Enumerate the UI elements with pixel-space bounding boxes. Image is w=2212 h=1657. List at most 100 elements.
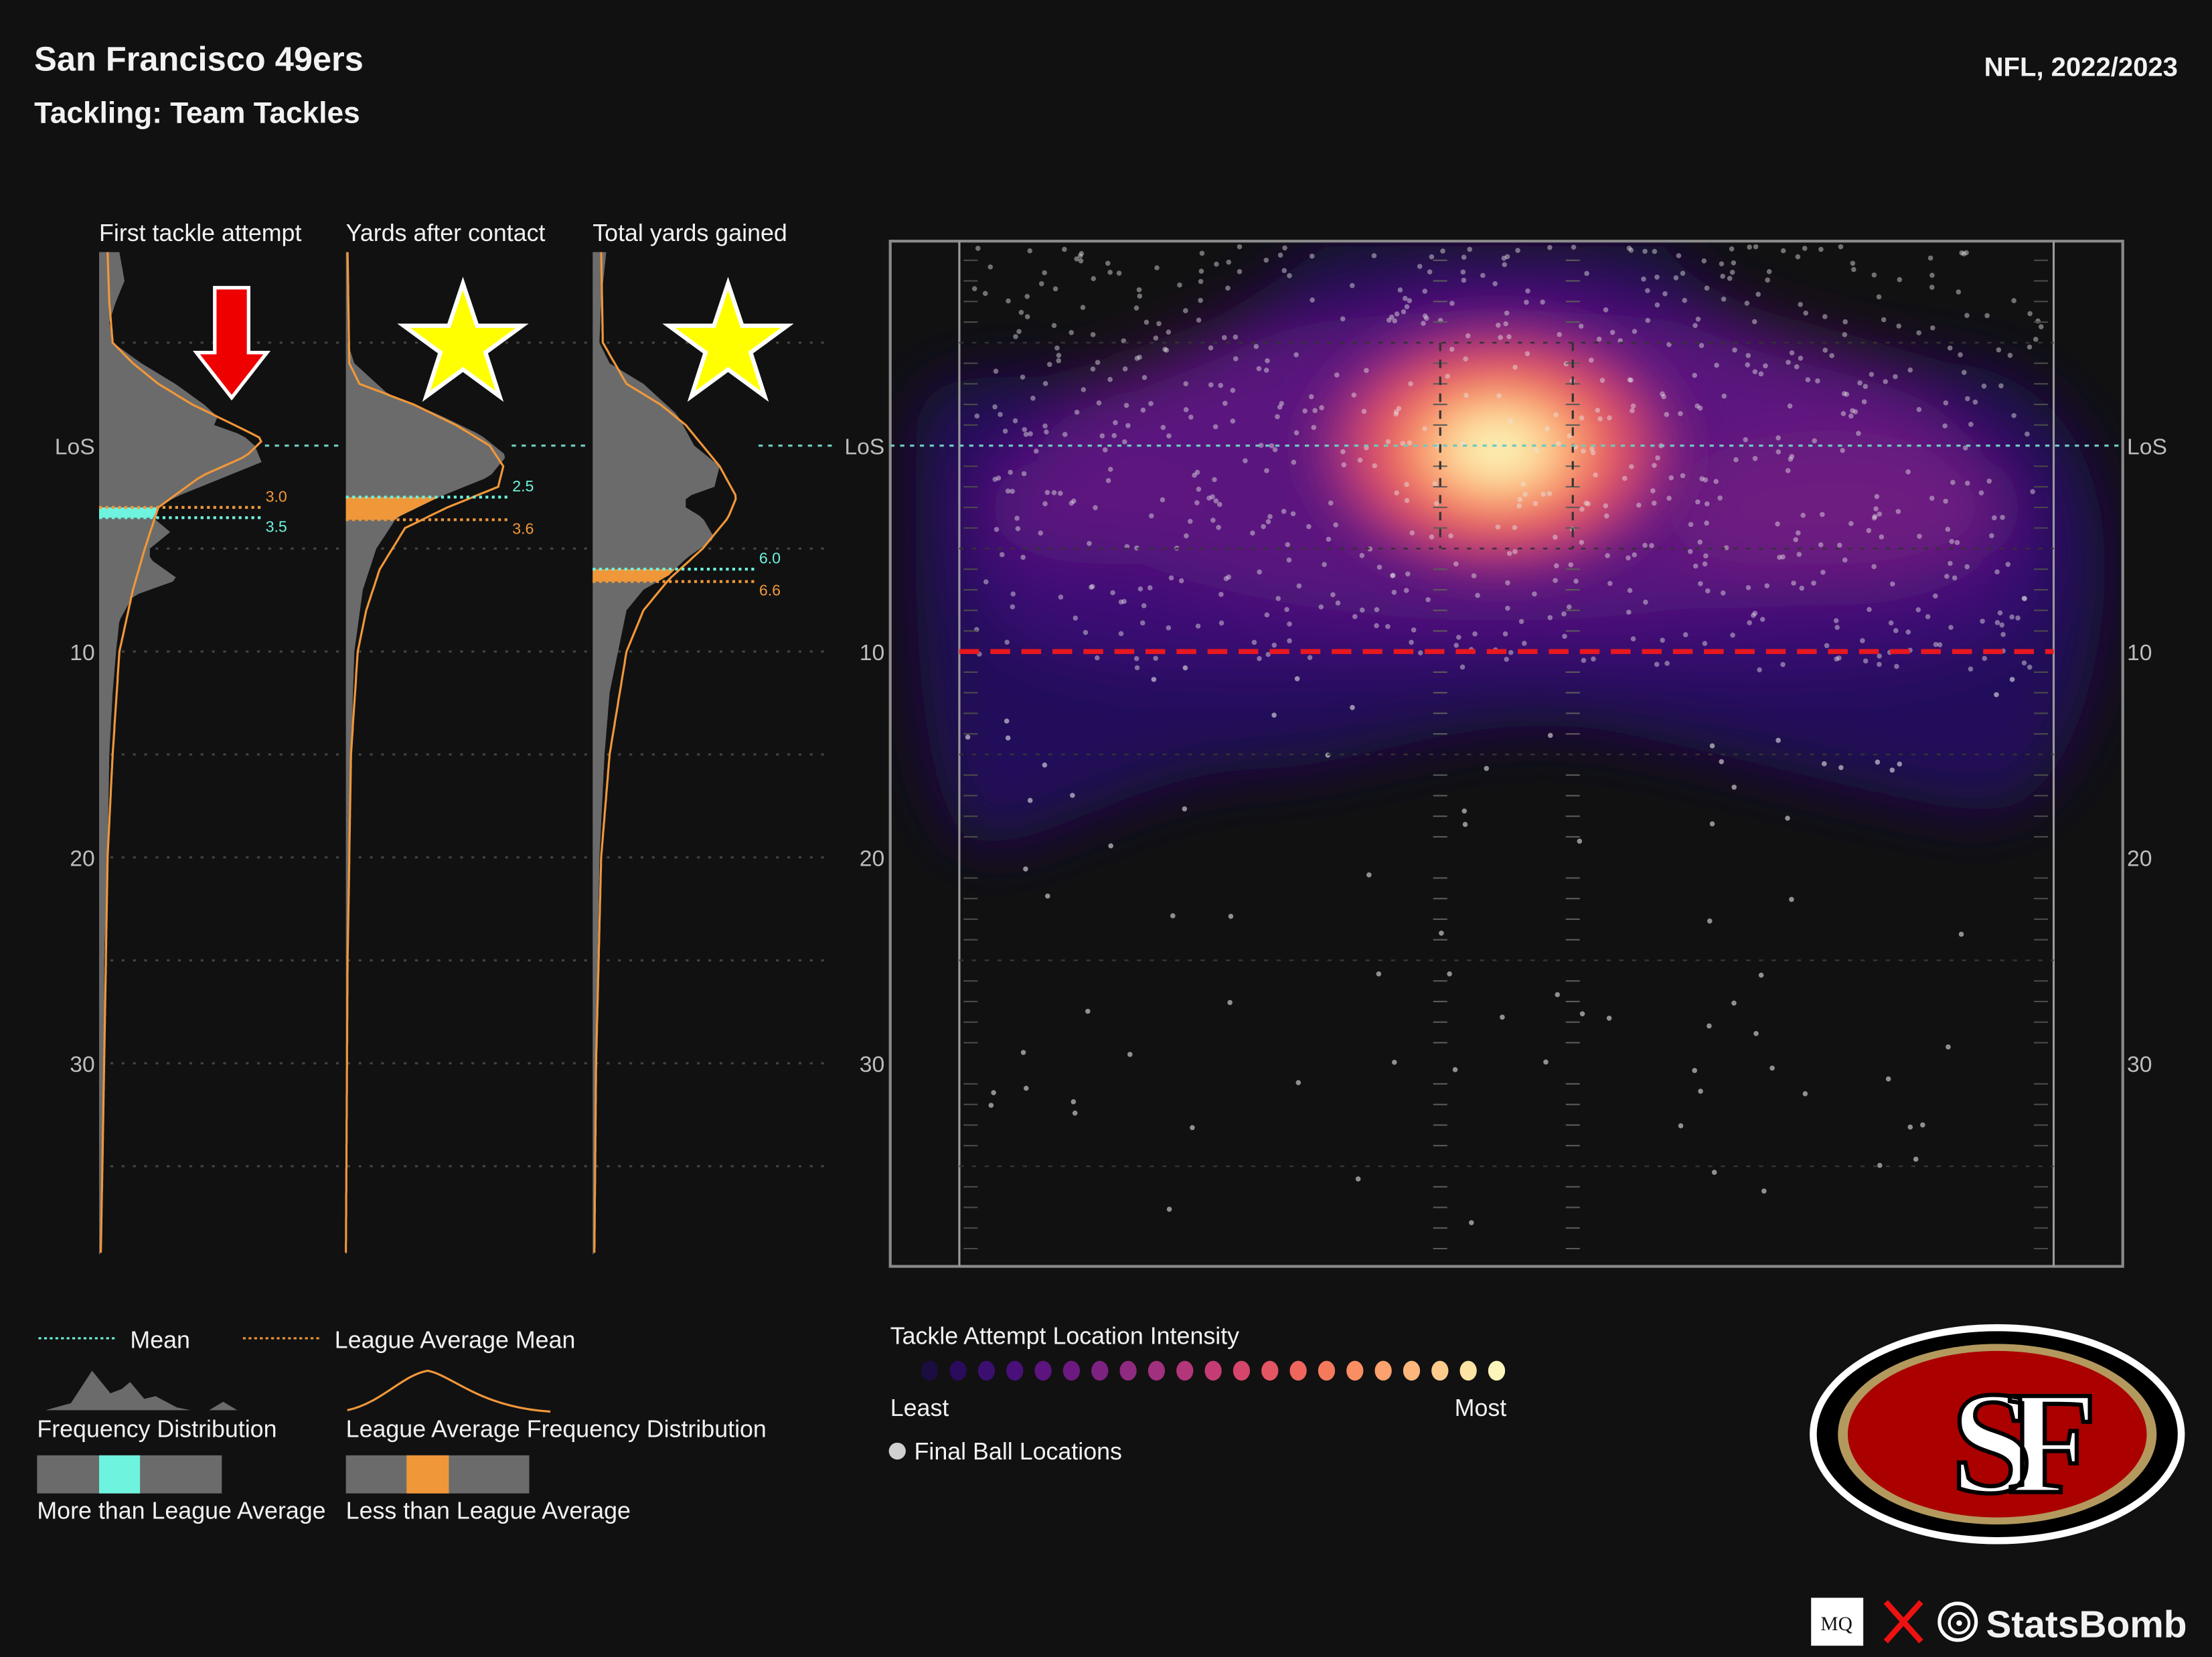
final-ball-dot	[1636, 502, 1642, 508]
final-ball-dot	[1769, 1065, 1775, 1071]
final-ball-dot	[1294, 676, 1300, 682]
final-ball-dot	[1733, 457, 1739, 463]
final-ball-dot	[2007, 353, 2013, 358]
final-ball-dot	[1609, 329, 1615, 335]
final-ball-dot	[1208, 382, 1214, 388]
final-ball-dot	[1577, 838, 1583, 844]
final-ball-dot	[1856, 430, 1861, 437]
final-ball-dot	[1547, 732, 1553, 738]
final-ball-dot	[1021, 471, 1027, 477]
final-ball-dot	[1709, 743, 1715, 748]
final-ball-dot	[1227, 1000, 1233, 1006]
final-ball-dot	[1198, 268, 1204, 274]
final-ball-dot	[1014, 516, 1020, 521]
final-ball-dot	[1074, 409, 1080, 415]
final-ball-dot	[1093, 505, 1098, 511]
final-ball-dot	[1257, 569, 1262, 575]
final-ball-dot	[1654, 302, 1660, 308]
final-ball-dot	[1366, 872, 1372, 878]
final-ball-dot	[1005, 735, 1011, 741]
final-ball-dot	[1265, 519, 1271, 524]
final-ball-dot	[1390, 573, 1395, 578]
final-ball-dot	[1127, 1052, 1133, 1057]
final-ball-dot	[1502, 262, 1508, 267]
final-ball-dot	[1692, 323, 1698, 328]
final-ball-dot	[1143, 319, 1150, 325]
final-ball-dot	[1467, 246, 1473, 252]
team-mean-label: 3.5	[266, 518, 287, 535]
final-ball-dot	[1877, 1162, 1883, 1168]
final-ball-dot	[1108, 843, 1113, 849]
final-ball-dot	[1896, 323, 1901, 329]
final-ball-dot	[1023, 431, 1029, 437]
final-ball-dot	[1632, 552, 1638, 558]
final-ball-dot	[1107, 467, 1113, 472]
final-ball-dot	[1237, 268, 1243, 274]
final-ball-dot	[1660, 391, 1665, 397]
intensity-dot	[1346, 1360, 1364, 1381]
final-ball-dot	[1177, 282, 1182, 288]
final-ball-dot	[1393, 411, 1399, 417]
final-ball-dot	[1547, 615, 1553, 621]
final-ball-dot	[1069, 329, 1074, 335]
final-ball-dot	[1277, 404, 1283, 410]
final-ball-dot	[1755, 291, 1761, 297]
tackle-heatmap: LoS 10 20 30 LoS 10 20 30	[844, 240, 2167, 1268]
final-ball-dot	[1056, 353, 1062, 358]
final-ball-dot	[1275, 596, 1281, 601]
final-ball-dot	[1432, 481, 1437, 487]
final-ball-dot	[983, 579, 989, 584]
final-ball-dot	[1867, 607, 1872, 613]
final-ball-dot	[2000, 631, 2006, 637]
density-left-lobe	[988, 451, 1214, 564]
intensity-dot	[1091, 1360, 1109, 1381]
final-ball-dot	[1751, 319, 1757, 325]
final-ball-dot	[1309, 253, 1315, 259]
final-ball-dot	[1099, 433, 1105, 439]
final-ball-dot	[1981, 383, 1987, 389]
final-ball-dot	[1578, 323, 1584, 329]
final-ball-dot	[1149, 513, 1154, 519]
final-ball-dot	[1214, 261, 1219, 267]
final-ball-dot	[1154, 265, 1160, 270]
league-frequency-swatch	[347, 1369, 551, 1413]
final-ball-dot	[1166, 433, 1172, 439]
final-ball-dot	[1122, 439, 1127, 445]
final-ball-dot	[1449, 301, 1455, 306]
final-ball-dot	[1857, 380, 1863, 386]
final-ball-dot	[1630, 403, 1636, 409]
final-ball-dot	[1333, 522, 1338, 528]
final-ball-dot	[1218, 620, 1224, 626]
final-ball-dot	[1840, 411, 1846, 416]
final-ball-dot	[1243, 458, 1248, 463]
final-ball-dot	[1848, 521, 1854, 526]
final-ball-dot	[1027, 797, 1033, 803]
final-ball-dot	[1925, 614, 1931, 619]
final-ball-dot	[1834, 656, 1839, 662]
final-ball-dot	[1069, 500, 1075, 506]
final-ball-dot	[1764, 583, 1770, 588]
final-ball-dot	[1603, 503, 1609, 509]
final-ball-dot	[1630, 636, 1636, 641]
final-ball-dot	[1775, 435, 1781, 441]
final-ball-dot	[1668, 475, 1674, 481]
final-ball-dot	[1607, 415, 1612, 420]
final-ball-dot	[1547, 244, 1553, 250]
final-ball-dot	[2005, 562, 2011, 567]
final-ball-dot	[1626, 555, 1631, 561]
final-ball-dot	[2009, 677, 2015, 682]
field-y-tick-los-right: LoS	[2127, 434, 2167, 459]
final-ball-dot	[1838, 244, 1844, 250]
intensity-dot	[1261, 1360, 1279, 1381]
final-ball-dot	[1251, 639, 1257, 645]
final-ball-dot	[1449, 346, 1455, 352]
final-ball-dot	[1758, 371, 1764, 377]
final-ball-dot	[1978, 490, 1984, 495]
final-ball-dot	[1642, 248, 1648, 254]
final-ball-dot	[1682, 297, 1688, 303]
final-ball-dot	[1780, 554, 1786, 560]
final-ball-dot	[1194, 500, 1200, 505]
final-ball-dot	[1111, 432, 1117, 439]
final-ball-dot	[1306, 524, 1312, 530]
final-ball-dot	[1156, 321, 1162, 327]
